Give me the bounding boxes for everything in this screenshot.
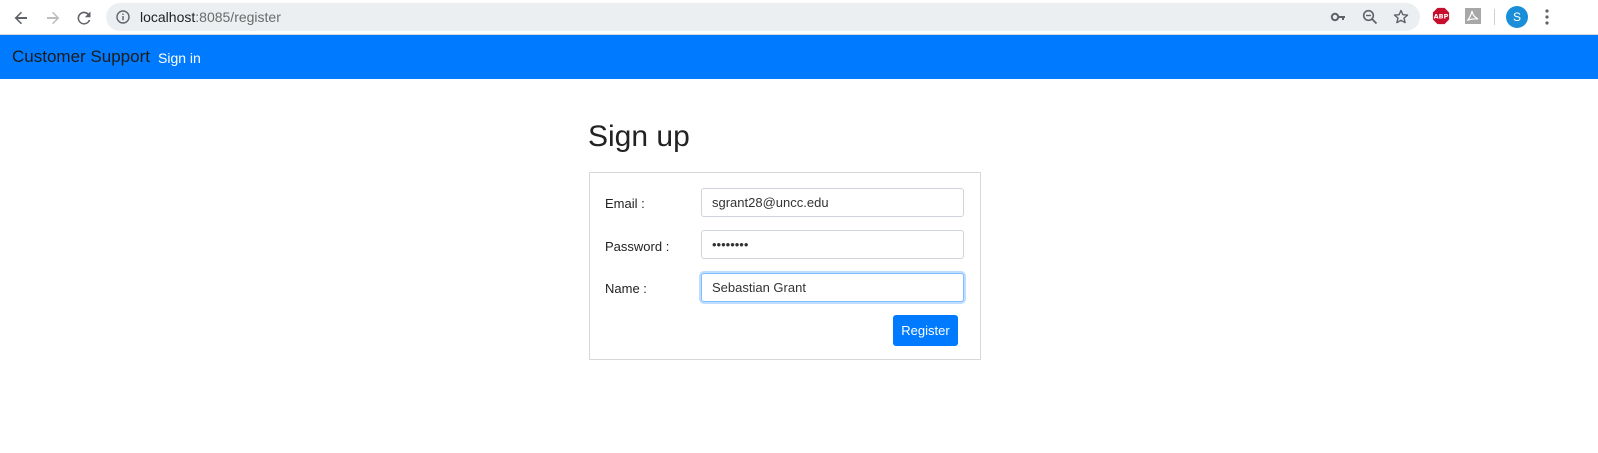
reload-icon[interactable] (72, 6, 96, 30)
password-label: Password : (605, 239, 670, 254)
star-icon[interactable] (1393, 9, 1409, 25)
url-path: :8085/register (195, 9, 281, 25)
adblock-icon[interactable]: ABP (1432, 7, 1450, 25)
password-field[interactable] (701, 230, 964, 259)
more-vertical-icon[interactable] (1539, 8, 1555, 26)
app-navbar: Customer Support Sign in (0, 35, 1598, 79)
email-field[interactable] (701, 188, 964, 217)
profile-avatar[interactable]: S (1506, 6, 1528, 28)
back-arrow-icon[interactable] (9, 6, 33, 30)
address-url[interactable]: localhost:8085/register (140, 9, 281, 25)
page-title: Sign up (588, 120, 690, 153)
forward-arrow-icon[interactable] (41, 6, 65, 30)
browser-toolbar: localhost:8085/register ABP S (0, 0, 1598, 35)
name-label: Name : (605, 281, 647, 296)
key-icon[interactable] (1330, 9, 1346, 25)
toolbar-separator (1494, 9, 1495, 25)
pdf-extension-icon[interactable] (1464, 7, 1482, 25)
sign-in-link[interactable]: Sign in (158, 50, 201, 66)
address-bar[interactable]: localhost:8085/register (106, 3, 1420, 31)
abp-label: ABP (1434, 13, 1449, 21)
email-label: Email : (605, 196, 645, 211)
name-field[interactable] (701, 273, 964, 302)
register-button[interactable]: Register (893, 315, 958, 346)
url-host: localhost (140, 9, 196, 25)
zoom-out-icon[interactable] (1362, 9, 1378, 25)
signup-form: Email : Password : Name : Register (589, 172, 981, 360)
info-icon[interactable] (116, 10, 130, 24)
navbar-brand[interactable]: Customer Support (12, 47, 150, 67)
